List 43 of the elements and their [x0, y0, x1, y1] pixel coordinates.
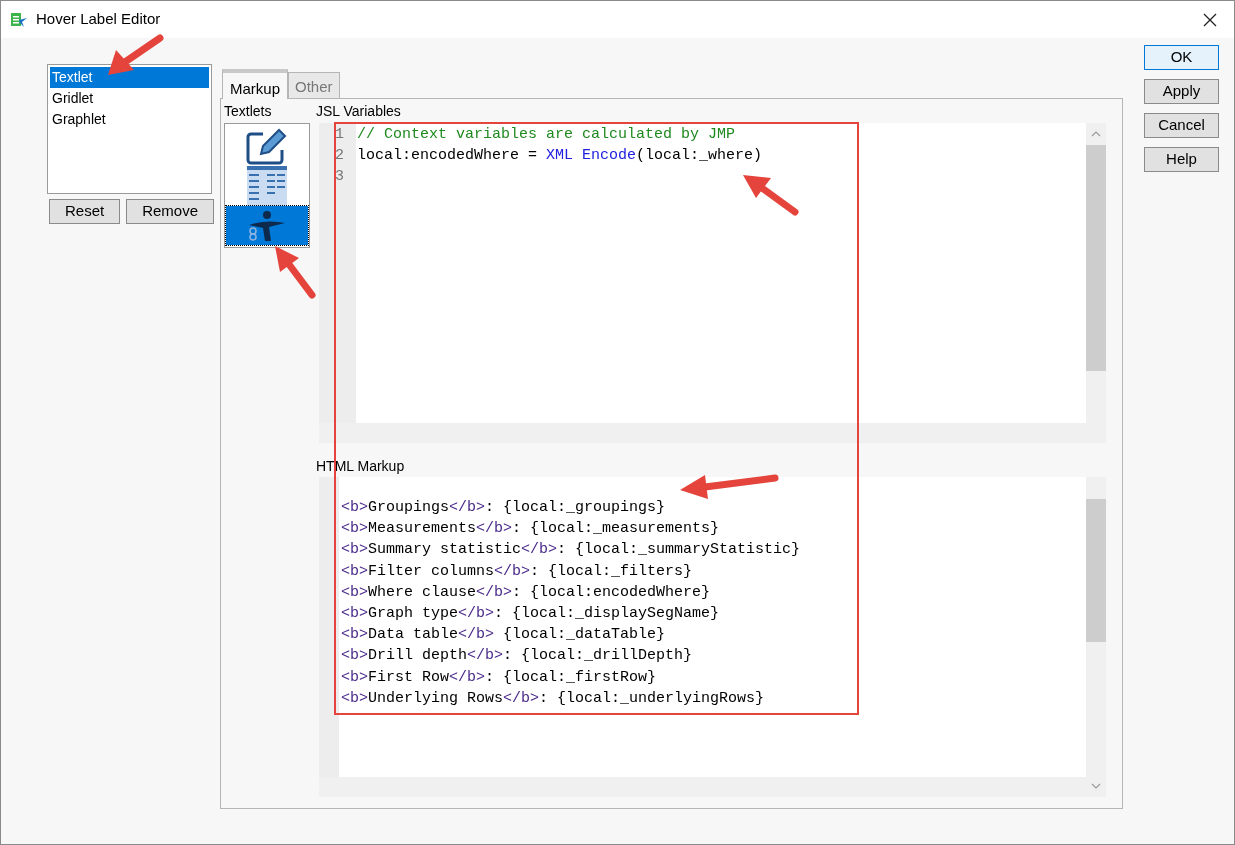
list-button[interactable]: Remove [126, 199, 215, 224]
line-number: 3 [335, 167, 345, 187]
annotation-arrow [108, 34, 164, 75]
dialog-button[interactable]: Cancel [1144, 113, 1219, 138]
code-line: <b>First Row</b>: {local:_firstRow} [341, 667, 658, 688]
list-item[interactable]: Graphlet [50, 109, 209, 130]
app-icon [10, 10, 28, 29]
section-label: Textlets [224, 102, 273, 121]
figure-icon[interactable] [226, 206, 308, 245]
code-editor[interactable]: 1 2 3 // Context variables are calculated by JMP local:encodedWhere = XML Encode(local:_where) [319, 123, 1106, 443]
annotation-arrow [743, 175, 799, 216]
code-line: // Context variables are calculated by JMP [357, 125, 737, 145]
code-line: local:encodedWhere = XML Encode(local:_where) [357, 146, 764, 166]
code-line: <b>Drill depth</b>: {local:_drillDepth} [341, 646, 694, 667]
scroll-down-icon[interactable] [1091, 783, 1101, 789]
tab[interactable]: Markup [222, 69, 289, 99]
vertical-scrollbar[interactable] [1086, 477, 1106, 797]
code-line: <b>Where clause</b>: {local:encodedWhere} [341, 582, 712, 603]
scrollbar-thumb[interactable] [1086, 499, 1106, 642]
close-icon[interactable] [1203, 12, 1217, 27]
dialog-button[interactable]: Help [1144, 147, 1219, 172]
vertical-scrollbar[interactable] [1086, 123, 1106, 443]
annotation-arrow [275, 246, 316, 299]
scroll-up-icon[interactable] [1091, 131, 1101, 137]
line-number: 2 [335, 146, 345, 166]
code-line: <b>Underlying Rows</b>: {local:_underlyingRows} [341, 688, 766, 709]
code-editor[interactable] [319, 477, 1106, 797]
code-line: <b>Graph type</b>: {local:_displaySegName} [341, 603, 721, 624]
list-button[interactable]: Reset [49, 199, 121, 224]
window-title: Hover Label Editor [36, 9, 161, 30]
list-item[interactable]: Gridlet [50, 88, 209, 109]
dialog-button[interactable]: OK [1144, 45, 1219, 70]
section-label: JSL Variables [316, 102, 402, 121]
code-line: <b>Measurements</b>: {local:_measurements} [341, 519, 721, 540]
tab[interactable]: Other [288, 72, 340, 98]
scrollbar-thumb[interactable] [1086, 145, 1106, 371]
line-number: 1 [335, 125, 345, 145]
code-line: <b>Groupings</b>: {local:_groupings} [341, 498, 667, 518]
code-line: <b>Filter columns</b>: {local:_filters} [341, 561, 694, 582]
code-line: <b>Summary statistic</b>: {local:_summaryStatistic} [341, 540, 802, 561]
list-item[interactable]: Textlet [50, 67, 209, 88]
code-line: <b>Data table</b> {local:_dataTable} [341, 625, 667, 646]
dialog-button[interactable]: Apply [1144, 79, 1219, 104]
